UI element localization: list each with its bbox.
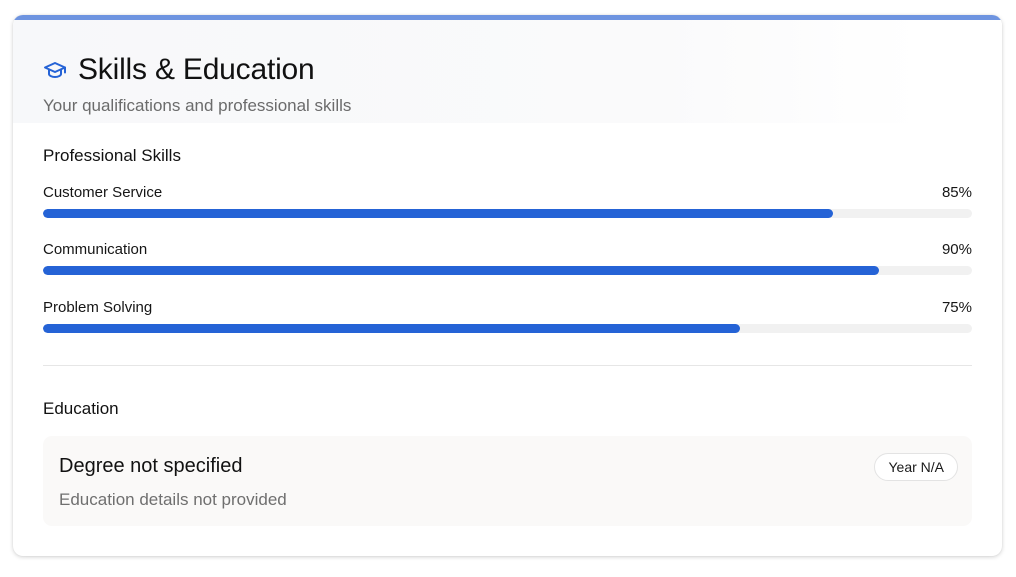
- card-title: Skills & Education: [78, 53, 315, 86]
- skill-item: Customer Service 85%: [43, 183, 972, 218]
- skills-education-card: Skills & Education Your qualifications a…: [13, 15, 1002, 556]
- skill-percent: 75%: [941, 299, 972, 316]
- education-entry: Degree not specified Education details n…: [43, 436, 972, 526]
- skill-progress-fill: [43, 324, 740, 333]
- graduation-cap-icon: [43, 58, 67, 82]
- skill-progress-fill: [43, 266, 880, 275]
- education-section-title: Education: [43, 399, 119, 418]
- header-title-row: Skills & Education: [43, 53, 315, 87]
- skill-percent: 90%: [941, 241, 972, 258]
- skill-name: Problem Solving: [43, 299, 153, 316]
- section-divider: [43, 365, 972, 366]
- skill-item: Problem Solving 75%: [43, 298, 972, 333]
- skill-progress-track: [43, 266, 972, 275]
- skill-item: Communication 90%: [43, 240, 972, 275]
- card-header: Skills & Education Your qualifications a…: [13, 20, 1002, 123]
- skill-percent: 85%: [941, 184, 972, 201]
- skill-progress-track: [43, 324, 972, 333]
- skills-section-title: Professional Skills: [43, 146, 181, 165]
- skill-name: Communication: [43, 241, 148, 258]
- education-details: Education details not provided: [59, 490, 287, 509]
- skill-progress-fill: [43, 209, 833, 218]
- skill-progress-track: [43, 209, 972, 218]
- year-badge: Year N/A: [874, 453, 958, 481]
- card-subtitle: Your qualifications and professional ski…: [43, 96, 352, 115]
- degree-title: Degree not specified: [59, 455, 243, 477]
- skill-name: Customer Service: [43, 184, 163, 201]
